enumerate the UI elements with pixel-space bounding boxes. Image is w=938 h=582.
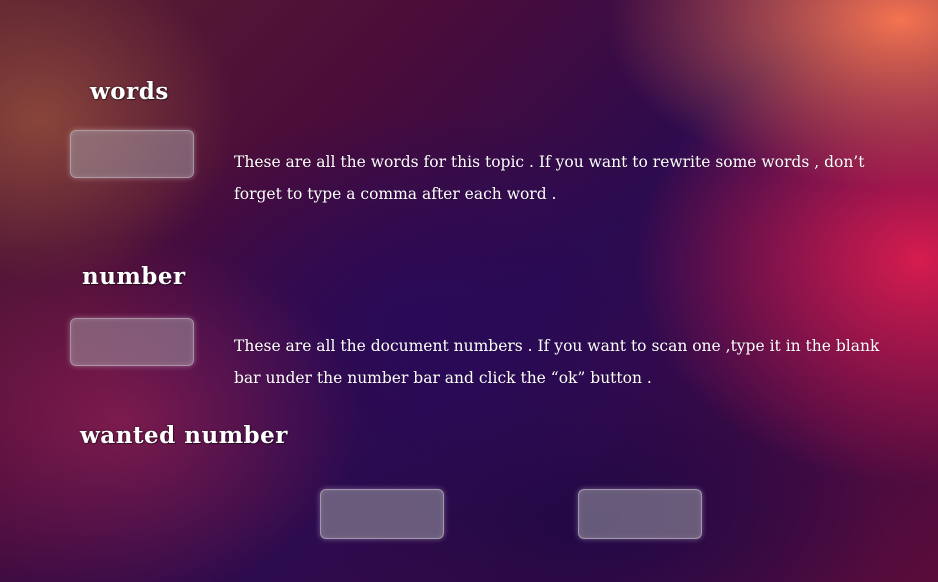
- words-input[interactable]: [70, 130, 194, 178]
- wanted-number-heading: wanted number: [80, 422, 288, 449]
- words-description: These are all the words for this topic .…: [234, 153, 865, 203]
- number-description: These are all the document numbers . If …: [234, 337, 880, 387]
- words-heading: words: [90, 78, 169, 105]
- number-heading: number: [82, 263, 186, 290]
- wanted-number-right-button[interactable]: [578, 489, 702, 539]
- number-input[interactable]: [70, 318, 194, 366]
- wanted-number-left-button[interactable]: [320, 489, 444, 539]
